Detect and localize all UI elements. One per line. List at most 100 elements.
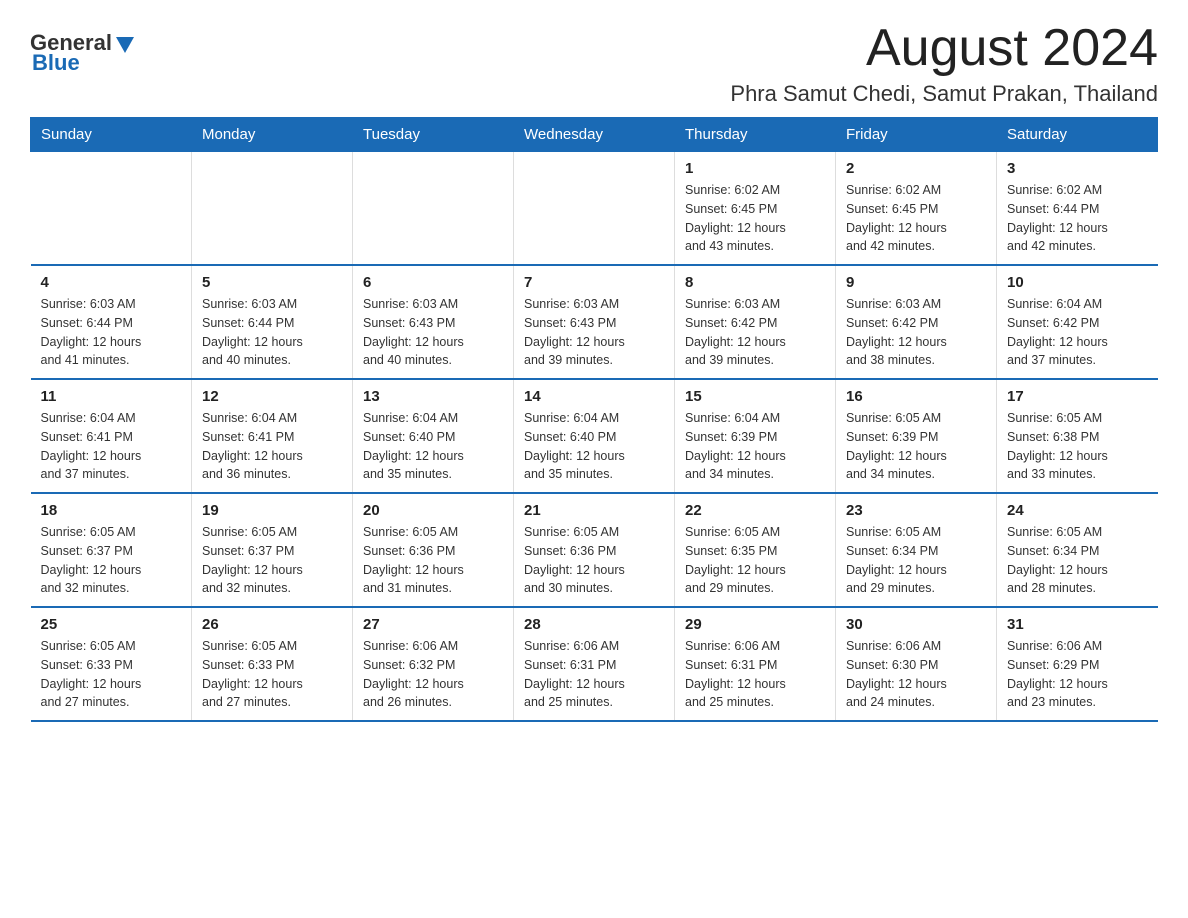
logo-blue-text: Blue: [32, 50, 80, 76]
calendar-cell: 13 Sunrise: 6:04 AM Sunset: 6:40 PM Dayli…: [353, 379, 514, 493]
calendar-week-row: 18 Sunrise: 6:05 AM Sunset: 6:37 PM Dayli…: [31, 493, 1158, 607]
day-number: 3: [1007, 160, 1148, 177]
logo-triangle-icon: [114, 33, 136, 55]
day-info: Sunrise: 6:02 AM Sunset: 6:45 PM Dayligh…: [685, 181, 825, 256]
day-info: Sunrise: 6:02 AM Sunset: 6:45 PM Dayligh…: [846, 181, 986, 256]
calendar-cell: 16Sunrise: 6:05 AM Sunset: 6:39 PM Dayli…: [836, 379, 997, 493]
day-number: 28: [524, 616, 664, 633]
day-of-week-header: Wednesday: [514, 118, 675, 152]
calendar-week-row: 25 Sunrise: 6:05 AM Sunset: 6:33 PM Dayli…: [31, 607, 1158, 721]
calendar-cell: 31 Sunrise: 6:06 AM Sunset: 6:29 PM Dayli…: [997, 607, 1158, 721]
day-number: 30: [846, 616, 986, 633]
day-info: Sunrise: 6:03 AM Sunset: 6:43 PM Dayligh…: [524, 295, 664, 370]
calendar-cell: [514, 152, 675, 266]
calendar-cell: 4Sunrise: 6:03 AM Sunset: 6:44 PM Daylig…: [31, 265, 192, 379]
title-section: August 2024 Phra Samut Chedi, Samut Prak…: [730, 20, 1158, 107]
day-info: Sunrise: 6:02 AM Sunset: 6:44 PM Dayligh…: [1007, 181, 1148, 256]
calendar-cell: 28Sunrise: 6:06 AM Sunset: 6:31 PM Dayli…: [514, 607, 675, 721]
calendar-cell: 27 Sunrise: 6:06 AM Sunset: 6:32 PM Dayli…: [353, 607, 514, 721]
day-number: 15: [685, 388, 825, 405]
day-number: 22: [685, 502, 825, 519]
day-info: Sunrise: 6:05 AM Sunset: 6:36 PM Dayligh…: [363, 523, 503, 598]
day-info: Sunrise: 6:06 AM Sunset: 6:31 PM Dayligh…: [685, 637, 825, 712]
calendar-cell: 9 Sunrise: 6:03 AM Sunset: 6:42 PM Daylig…: [836, 265, 997, 379]
day-info: Sunrise: 6:06 AM Sunset: 6:32 PM Dayligh…: [363, 637, 503, 712]
day-info: Sunrise: 6:05 AM Sunset: 6:37 PM Dayligh…: [202, 523, 342, 598]
calendar-cell: 29 Sunrise: 6:06 AM Sunset: 6:31 PM Dayli…: [675, 607, 836, 721]
day-info: Sunrise: 6:04 AM Sunset: 6:40 PM Dayligh…: [363, 409, 503, 484]
calendar-cell: 5Sunrise: 6:03 AM Sunset: 6:44 PM Daylig…: [192, 265, 353, 379]
day-number: 18: [41, 502, 182, 519]
day-info: Sunrise: 6:03 AM Sunset: 6:44 PM Dayligh…: [202, 295, 342, 370]
day-info: Sunrise: 6:05 AM Sunset: 6:38 PM Dayligh…: [1007, 409, 1148, 484]
day-number: 31: [1007, 616, 1148, 633]
day-of-week-header: Friday: [836, 118, 997, 152]
day-info: Sunrise: 6:05 AM Sunset: 6:34 PM Dayligh…: [1007, 523, 1148, 598]
calendar-cell: 7 Sunrise: 6:03 AM Sunset: 6:43 PM Daylig…: [514, 265, 675, 379]
day-number: 21: [524, 502, 664, 519]
calendar-cell: 10Sunrise: 6:04 AM Sunset: 6:42 PM Dayli…: [997, 265, 1158, 379]
day-of-week-header: Thursday: [675, 118, 836, 152]
calendar-table: SundayMondayTuesdayWednesdayThursdayFrid…: [30, 117, 1158, 722]
calendar-cell: 20 Sunrise: 6:05 AM Sunset: 6:36 PM Dayli…: [353, 493, 514, 607]
calendar-header-row: SundayMondayTuesdayWednesdayThursdayFrid…: [31, 118, 1158, 152]
day-info: Sunrise: 6:04 AM Sunset: 6:40 PM Dayligh…: [524, 409, 664, 484]
day-number: 14: [524, 388, 664, 405]
day-info: Sunrise: 6:05 AM Sunset: 6:33 PM Dayligh…: [41, 637, 182, 712]
calendar-cell: 14 Sunrise: 6:04 AM Sunset: 6:40 PM Dayli…: [514, 379, 675, 493]
day-info: Sunrise: 6:05 AM Sunset: 6:33 PM Dayligh…: [202, 637, 342, 712]
day-number: 27: [363, 616, 503, 633]
day-number: 8: [685, 274, 825, 291]
calendar-cell: 18 Sunrise: 6:05 AM Sunset: 6:37 PM Dayli…: [31, 493, 192, 607]
day-number: 12: [202, 388, 342, 405]
day-number: 20: [363, 502, 503, 519]
day-info: Sunrise: 6:03 AM Sunset: 6:42 PM Dayligh…: [846, 295, 986, 370]
day-info: Sunrise: 6:04 AM Sunset: 6:41 PM Dayligh…: [41, 409, 182, 484]
calendar-week-row: 1Sunrise: 6:02 AM Sunset: 6:45 PM Daylig…: [31, 152, 1158, 266]
day-number: 25: [41, 616, 182, 633]
day-info: Sunrise: 6:03 AM Sunset: 6:42 PM Dayligh…: [685, 295, 825, 370]
calendar-cell: 15 Sunrise: 6:04 AM Sunset: 6:39 PM Dayli…: [675, 379, 836, 493]
calendar-cell: 6Sunrise: 6:03 AM Sunset: 6:43 PM Daylig…: [353, 265, 514, 379]
day-number: 24: [1007, 502, 1148, 519]
calendar-cell: 21 Sunrise: 6:05 AM Sunset: 6:36 PM Dayli…: [514, 493, 675, 607]
day-number: 17: [1007, 388, 1148, 405]
day-info: Sunrise: 6:05 AM Sunset: 6:39 PM Dayligh…: [846, 409, 986, 484]
calendar-cell: 22Sunrise: 6:05 AM Sunset: 6:35 PM Dayli…: [675, 493, 836, 607]
day-number: 23: [846, 502, 986, 519]
month-title: August 2024: [730, 20, 1158, 77]
calendar-cell: 2Sunrise: 6:02 AM Sunset: 6:45 PM Daylig…: [836, 152, 997, 266]
calendar-cell: 26Sunrise: 6:05 AM Sunset: 6:33 PM Dayli…: [192, 607, 353, 721]
day-info: Sunrise: 6:06 AM Sunset: 6:29 PM Dayligh…: [1007, 637, 1148, 712]
calendar-cell: 12 Sunrise: 6:04 AM Sunset: 6:41 PM Dayli…: [192, 379, 353, 493]
day-number: 7: [524, 274, 664, 291]
day-number: 19: [202, 502, 342, 519]
day-info: Sunrise: 6:05 AM Sunset: 6:37 PM Dayligh…: [41, 523, 182, 598]
calendar-cell: 8 Sunrise: 6:03 AM Sunset: 6:42 PM Daylig…: [675, 265, 836, 379]
day-number: 29: [685, 616, 825, 633]
calendar-cell: 11Sunrise: 6:04 AM Sunset: 6:41 PM Dayli…: [31, 379, 192, 493]
day-info: Sunrise: 6:04 AM Sunset: 6:39 PM Dayligh…: [685, 409, 825, 484]
calendar-cell: 3 Sunrise: 6:02 AM Sunset: 6:44 PM Daylig…: [997, 152, 1158, 266]
day-of-week-header: Sunday: [31, 118, 192, 152]
day-of-week-header: Monday: [192, 118, 353, 152]
day-info: Sunrise: 6:06 AM Sunset: 6:30 PM Dayligh…: [846, 637, 986, 712]
page-header: General Blue August 2024 Phra Samut Ched…: [30, 20, 1158, 107]
location-subtitle: Phra Samut Chedi, Samut Prakan, Thailand: [730, 81, 1158, 107]
calendar-cell: 23Sunrise: 6:05 AM Sunset: 6:34 PM Dayli…: [836, 493, 997, 607]
day-of-week-header: Saturday: [997, 118, 1158, 152]
day-info: Sunrise: 6:05 AM Sunset: 6:36 PM Dayligh…: [524, 523, 664, 598]
day-number: 6: [363, 274, 503, 291]
calendar-week-row: 11Sunrise: 6:04 AM Sunset: 6:41 PM Dayli…: [31, 379, 1158, 493]
day-info: Sunrise: 6:04 AM Sunset: 6:41 PM Dayligh…: [202, 409, 342, 484]
day-info: Sunrise: 6:03 AM Sunset: 6:44 PM Dayligh…: [41, 295, 182, 370]
calendar-cell: 19 Sunrise: 6:05 AM Sunset: 6:37 PM Dayli…: [192, 493, 353, 607]
calendar-cell: [353, 152, 514, 266]
calendar-cell: 24 Sunrise: 6:05 AM Sunset: 6:34 PM Dayli…: [997, 493, 1158, 607]
calendar-cell: 17 Sunrise: 6:05 AM Sunset: 6:38 PM Dayli…: [997, 379, 1158, 493]
day-number: 13: [363, 388, 503, 405]
day-number: 9: [846, 274, 986, 291]
calendar-cell: 30 Sunrise: 6:06 AM Sunset: 6:30 PM Dayli…: [836, 607, 997, 721]
day-info: Sunrise: 6:04 AM Sunset: 6:42 PM Dayligh…: [1007, 295, 1148, 370]
day-of-week-header: Tuesday: [353, 118, 514, 152]
